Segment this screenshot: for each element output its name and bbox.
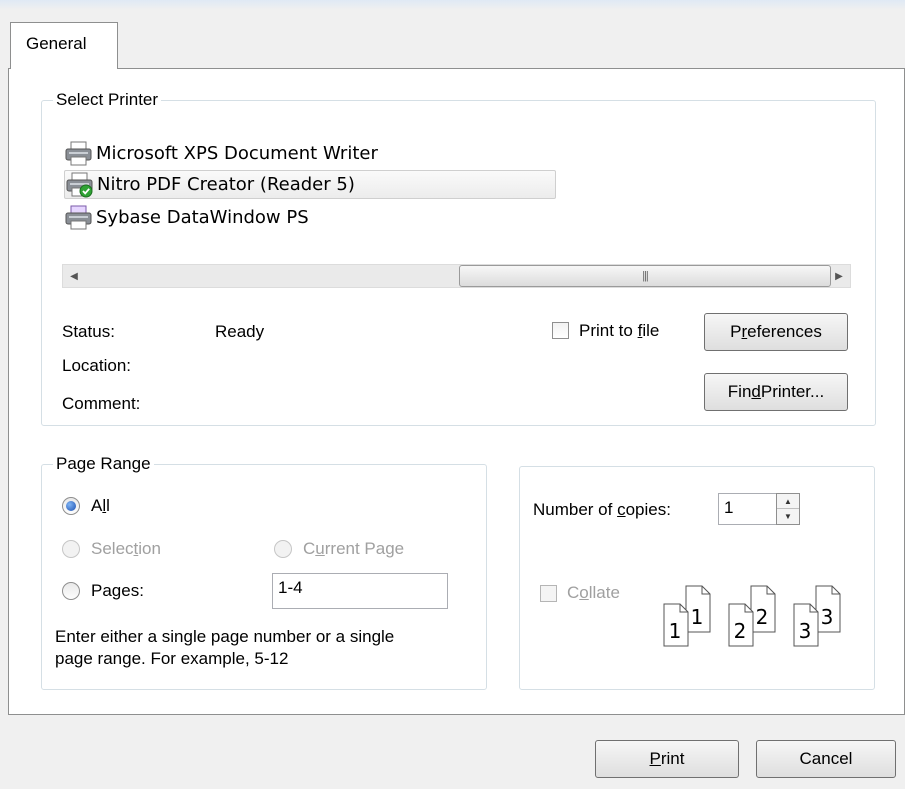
mnemonic: c [617, 500, 626, 519]
label-part: Selec [91, 539, 134, 558]
label-part: l [106, 496, 110, 515]
label-part: es: [121, 581, 144, 600]
collate-page-back-3: 3 [821, 605, 834, 629]
collate-page-front-1: 1 [669, 619, 682, 643]
label-part: C [303, 539, 316, 558]
all-pages-radio[interactable] [62, 497, 80, 515]
label-part: ile [642, 321, 660, 340]
collate-page-back-1: 1 [691, 605, 704, 629]
spin-down-icon[interactable]: ▼ [777, 509, 799, 524]
scroll-thumb[interactable]: ||| [459, 265, 831, 287]
selection-radio[interactable] [62, 540, 80, 558]
printer-name: Nitro PDF Creator (Reader 5) [97, 174, 355, 195]
label-part: llate [588, 583, 620, 602]
title-bar-remnant [0, 0, 905, 10]
copies-input-value: 1 [724, 498, 734, 517]
label-part: ion [138, 539, 161, 558]
printer-name: Microsoft XPS Document Writer [96, 143, 378, 164]
status-value: Ready [215, 322, 265, 341]
label-part: A [91, 496, 103, 515]
spin-up-icon[interactable]: ▲ [777, 494, 799, 509]
page-range-legend: Page Range [56, 454, 151, 473]
mnemonic: g [111, 581, 122, 600]
print-to-file-label[interactable]: Print to file [579, 321, 659, 341]
page-range-hint-line-1: Enter either a single page number or a s… [55, 627, 395, 646]
label-part: Print to [579, 321, 638, 340]
collate-page-back-2: 2 [756, 605, 769, 629]
current-page-radio[interactable] [274, 540, 292, 558]
label-part: rint [660, 749, 685, 768]
printer-item-xps[interactable]: Microsoft XPS Document Writer [64, 139, 484, 168]
pages-input[interactable]: 1-4 [272, 573, 448, 609]
printer-item-sybase[interactable]: Sybase DataWindow PS [64, 203, 484, 232]
label-part: rrent Page [324, 539, 405, 558]
scroll-left-arrow-icon[interactable]: ◀ [63, 265, 85, 287]
select-printer-legend: Select Printer [56, 90, 159, 109]
find-printer-button[interactable]: Fin d Printer... [704, 373, 848, 411]
cancel-label: Cancel [799, 749, 853, 768]
printer-icon [65, 205, 92, 230]
collate-page-front-2: 2 [734, 619, 747, 643]
collate-page-front-3: 3 [799, 619, 812, 643]
all-pages-label[interactable]: All [91, 496, 110, 516]
page-range-hint-line-2: page range. For example, 5-12 [55, 649, 289, 668]
collate-set-3: 3 3 [793, 585, 841, 647]
tab-general[interactable]: General [10, 22, 118, 69]
label-part: Fin [727, 382, 752, 401]
printer-icon [65, 141, 92, 166]
tab-general-label: General [26, 34, 87, 53]
copies-input[interactable]: 1 [718, 493, 778, 525]
mnemonic: u [315, 539, 325, 558]
scroll-right-arrow-icon[interactable]: ▶ [828, 265, 850, 287]
pages-input-value: 1-4 [278, 578, 303, 597]
preferences-button[interactable]: Pr eferences [704, 313, 848, 351]
mnemonic: d [751, 382, 761, 401]
selection-label[interactable]: Selection [91, 539, 161, 559]
copies-spinner[interactable]: ▲ ▼ [776, 493, 800, 525]
default-printer-icon [66, 172, 93, 198]
number-of-copies-label: Number of copies: [533, 500, 671, 520]
printer-name: Sybase DataWindow PS [96, 207, 309, 228]
comment-label: Comment: [62, 394, 141, 413]
print-to-file-checkbox[interactable] [552, 322, 569, 339]
label-part: eferences [747, 322, 822, 341]
print-button[interactable]: Print [595, 740, 739, 778]
collate-pages-icon: 1 1 2 2 3 3 [663, 585, 841, 647]
current-page-label[interactable]: Current Page [303, 539, 404, 559]
collate-checkbox[interactable] [540, 585, 557, 602]
cancel-button[interactable]: Cancel [756, 740, 896, 778]
location-label: Location: [62, 356, 131, 375]
collate-set-1: 1 1 [663, 585, 711, 647]
mnemonic: P [649, 749, 661, 768]
printer-list-scrollbar[interactable]: ◀ ||| ▶ [62, 264, 851, 288]
label-part: Printer... [760, 382, 825, 401]
status-label: Status: [62, 322, 115, 341]
label-part: Number of [533, 500, 618, 519]
pages-label[interactable]: Pages: [91, 581, 144, 601]
mnemonic: o [579, 583, 589, 602]
label-part: Pa [91, 581, 112, 600]
grip-icon: ||| [642, 270, 649, 282]
collate-set-2: 2 2 [728, 585, 776, 647]
pages-radio[interactable] [62, 582, 80, 600]
label-part: opies: [625, 500, 671, 519]
label-part: P [730, 322, 742, 341]
printer-item-nitro[interactable]: Nitro PDF Creator (Reader 5) [64, 170, 556, 199]
collate-label[interactable]: Collate [567, 583, 620, 603]
label-part: C [567, 583, 580, 602]
